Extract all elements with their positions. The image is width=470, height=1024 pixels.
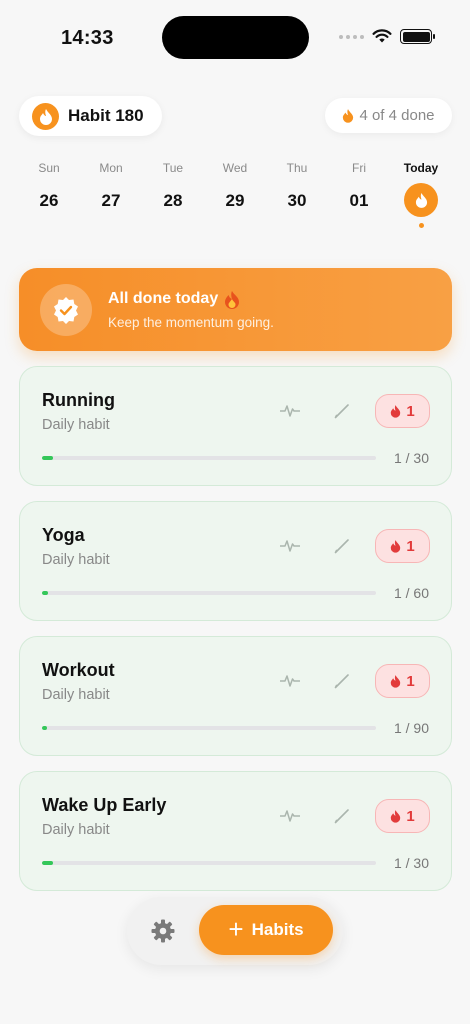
today-indicator <box>418 223 424 228</box>
stats-button[interactable] <box>278 804 302 828</box>
day-number: 26 <box>39 191 59 210</box>
progress-fill <box>42 861 54 865</box>
pulse-icon <box>280 405 300 417</box>
progress-fill <box>42 456 54 460</box>
completion-banner: All done today Keep the momentum going. <box>19 268 452 351</box>
wifi-icon <box>372 29 392 43</box>
add-habit-button[interactable]: + Habits <box>199 905 333 955</box>
day-name: Fri <box>352 161 366 175</box>
progress-bar <box>42 591 376 595</box>
edit-button[interactable] <box>330 534 354 558</box>
day-number: 28 <box>163 191 183 210</box>
settings-button[interactable] <box>149 917 177 945</box>
habit-frequency: Daily habit <box>42 687 110 703</box>
progress-bar <box>42 456 376 460</box>
battery-icon <box>400 29 435 44</box>
done-status-text: 4 of 4 done <box>359 107 435 124</box>
habit-card-running[interactable]: Running Daily habit 1 1 / 30 <box>19 366 452 486</box>
edit-button[interactable] <box>330 399 354 423</box>
day-number: 30 <box>287 191 307 210</box>
streak-count: 1 <box>406 807 415 825</box>
progress-text: 1 / 30 <box>393 450 429 466</box>
signal-icon <box>339 34 364 39</box>
pulse-icon <box>280 810 300 822</box>
habit-name: Wake Up Early <box>42 795 167 815</box>
progress-text: 1 / 90 <box>393 720 429 736</box>
banner-subtitle: Keep the momentum going. <box>108 314 274 330</box>
stats-button[interactable] <box>278 534 302 558</box>
dynamic-island <box>162 16 309 59</box>
flame-icon <box>391 405 401 418</box>
pencil-icon <box>334 809 349 824</box>
pencil-icon <box>334 404 349 419</box>
flame-icon <box>343 109 354 123</box>
day-name: Mon <box>99 161 123 175</box>
gear-icon <box>151 919 175 943</box>
week-strip: Sun 26 Mon 27 Tue 28 Wed 29 Thu 30 Fri 0… <box>18 161 452 228</box>
progress-text: 1 / 60 <box>393 585 429 601</box>
progress-fill <box>42 726 47 730</box>
day-today[interactable]: Today <box>390 161 452 228</box>
pencil-icon <box>334 539 349 554</box>
status-icons <box>339 29 435 44</box>
habit-name: Running <box>42 390 115 410</box>
progress-text: 1 / 30 <box>393 855 429 871</box>
edit-button[interactable] <box>330 804 354 828</box>
flame-icon <box>391 540 401 553</box>
streak-badge[interactable]: 1 <box>375 394 430 428</box>
habit-frequency: Daily habit <box>42 822 110 838</box>
brand-pill: Habit 180 <box>19 96 162 136</box>
habit-card-yoga[interactable]: Yoga Daily habit 1 1 / 60 <box>19 501 452 621</box>
streak-count: 1 <box>406 672 415 690</box>
flame-icon <box>391 675 401 688</box>
streak-badge[interactable]: 1 <box>375 529 430 563</box>
day-name: Today <box>403 161 439 175</box>
add-habit-label: Habits <box>251 920 304 939</box>
edit-button[interactable] <box>330 669 354 693</box>
habit-name: Workout <box>42 660 115 680</box>
day-name: Wed <box>222 161 248 175</box>
day-fri[interactable]: Fri 01 <box>328 161 390 228</box>
pulse-icon <box>280 540 300 552</box>
streak-badge[interactable]: 1 <box>375 664 430 698</box>
fire-emoji <box>225 290 240 309</box>
habit-card-workout[interactable]: Workout Daily habit 1 1 / 90 <box>19 636 452 756</box>
flame-icon <box>404 183 438 217</box>
day-number: 29 <box>225 191 245 210</box>
streak-count: 1 <box>406 537 415 555</box>
flame-icon <box>391 810 401 823</box>
day-number: 01 <box>349 191 369 210</box>
streak-count: 1 <box>406 402 415 420</box>
day-wed[interactable]: Wed 29 <box>204 161 266 228</box>
habit-card-wake-up-early[interactable]: Wake Up Early Daily habit 1 1 / 30 <box>19 771 452 891</box>
pencil-icon <box>334 674 349 689</box>
habit-frequency: Daily habit <box>42 552 110 568</box>
banner-title: All done today <box>108 290 274 309</box>
banner-title-text: All done today <box>108 290 219 307</box>
done-status-pill: 4 of 4 done <box>325 98 452 133</box>
stats-button[interactable] <box>278 399 302 423</box>
pulse-icon <box>280 675 300 687</box>
verified-badge-icon <box>40 283 92 336</box>
progress-bar <box>42 861 376 865</box>
progress-bar <box>42 726 376 730</box>
day-tue[interactable]: Tue 28 <box>142 161 204 228</box>
plus-icon: + <box>228 914 244 944</box>
day-name: Sun <box>38 161 60 175</box>
app-name: Habit 180 <box>68 106 144 125</box>
progress-fill <box>42 591 48 595</box>
day-sun[interactable]: Sun 26 <box>18 161 80 228</box>
day-thu[interactable]: Thu 30 <box>266 161 328 228</box>
flame-icon <box>32 102 59 130</box>
status-time: 14:33 <box>61 27 114 49</box>
day-number: 27 <box>101 191 121 210</box>
day-name: Tue <box>162 161 184 175</box>
habit-frequency: Daily habit <box>42 417 110 433</box>
stats-button[interactable] <box>278 669 302 693</box>
streak-badge[interactable]: 1 <box>375 799 430 833</box>
day-mon[interactable]: Mon 27 <box>80 161 142 228</box>
day-name: Thu <box>286 161 308 175</box>
habit-name: Yoga <box>42 525 85 545</box>
